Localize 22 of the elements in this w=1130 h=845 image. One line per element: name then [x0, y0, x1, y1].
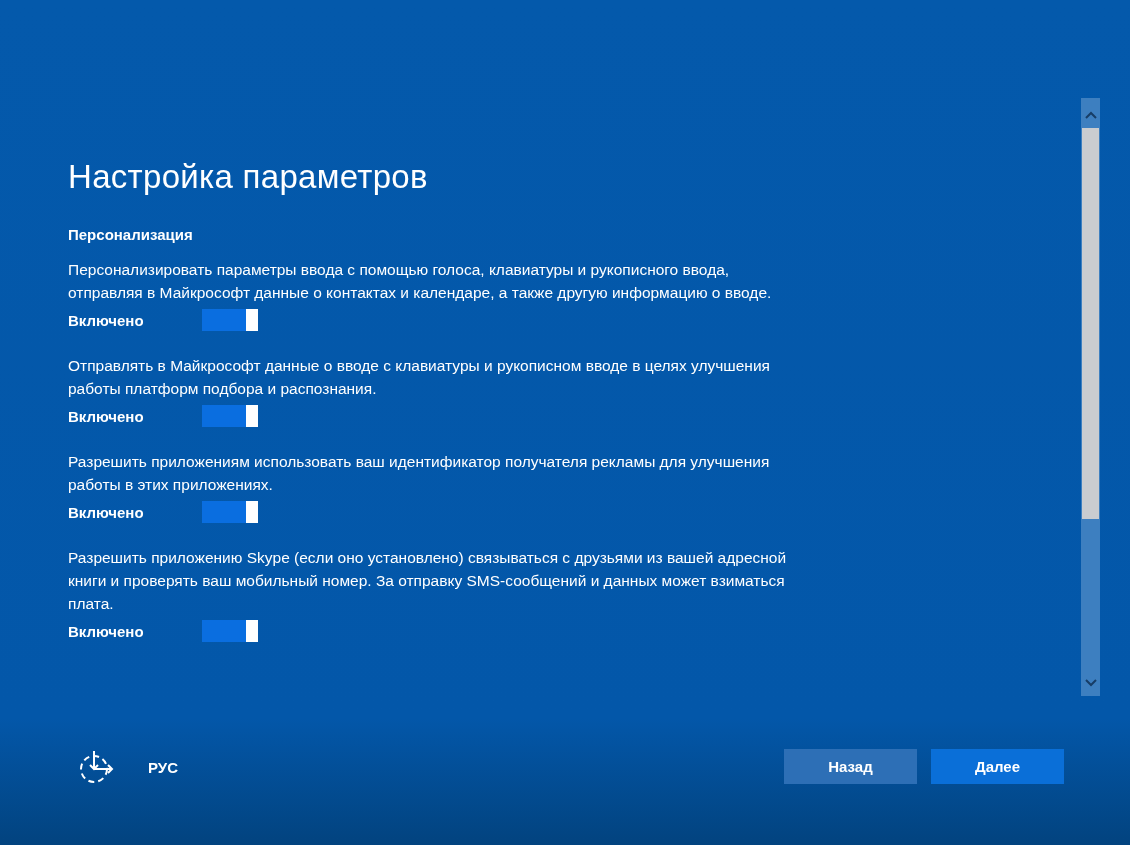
back-button[interactable]: Назад [784, 749, 917, 784]
toggle-switch[interactable] [202, 405, 258, 427]
toggle-state-label: Включено [68, 622, 145, 640]
section-heading: Персонализация [68, 226, 194, 243]
setting-description: Разрешить приложению Skype (если оно установлено) связываться с друзьями из вашей адресной книги и проверять ваш мобильный номер. За отправку SMS-сообщений и данных может взиматься плата. [68, 548, 788, 614]
language-indicator[interactable]: РУС [148, 759, 178, 776]
toggle-switch[interactable] [202, 309, 258, 331]
scrollbar-thumb[interactable] [1082, 128, 1099, 519]
scroll-up-icon[interactable] [1083, 110, 1098, 120]
toggle-switch[interactable] [202, 620, 258, 642]
toggle-state-label: Включено [68, 503, 145, 521]
setting-description: Разрешить приложениям использовать ваш идентификатор получателя рекламы для улучшения работы в этих приложениях. [68, 452, 771, 495]
setting-description: Отправлять в Майкрософт данные о вводе с клавиатуры и рукописном вводе в целях улучшения работы платформ подбора и распознания. [68, 356, 771, 399]
scrollbar[interactable] [1081, 98, 1100, 696]
setting-description: Персонализировать параметры ввода с помощью голоса, клавиатуры и рукописного ввода, отправляя в Майкрософт данные о контактах и календаре, а также другую информацию о вводе. [68, 260, 773, 303]
page-title: Настройка параметров [68, 158, 429, 196]
toggle-state-label: Включено [68, 407, 145, 425]
toggle-switch[interactable] [202, 501, 258, 523]
accessibility-icon[interactable] [78, 749, 116, 785]
toggle-state-label: Включено [68, 311, 145, 329]
scroll-down-icon[interactable] [1083, 678, 1098, 688]
next-button[interactable]: Далее [931, 749, 1064, 784]
